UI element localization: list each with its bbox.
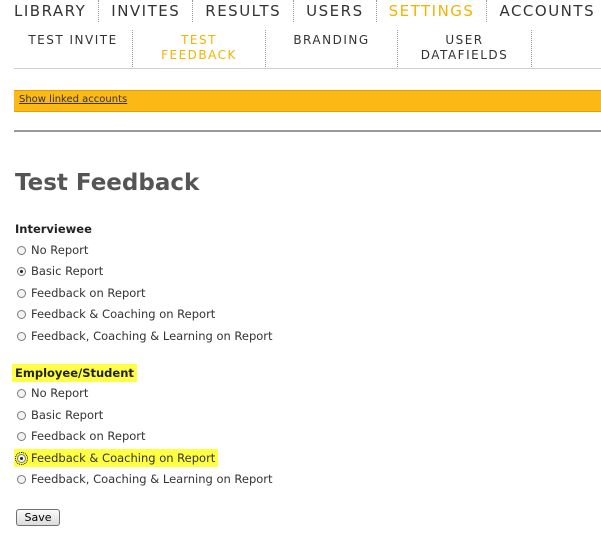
subnav-test-feedback-line1: TEST [181, 33, 217, 47]
employee-student-label-text: Employee/Student [12, 364, 137, 382]
page-title: Test Feedback [15, 170, 200, 196]
interviewee-label: Interviewee [15, 222, 92, 236]
employee-option-feedback[interactable]: Feedback on Report [17, 427, 146, 445]
employee-student-label: Employee/Student [12, 364, 137, 382]
interviewee-option-feedback-coaching[interactable]: Feedback & Coaching on Report [17, 305, 215, 323]
subnav-user-datafields-line1: USER [445, 33, 484, 47]
option-label: Feedback, Coaching & Learning on Report [31, 329, 273, 343]
radio-button[interactable] [17, 474, 26, 484]
employee-option-no-report[interactable]: No Report [17, 384, 88, 402]
save-button[interactable]: Save [16, 509, 60, 526]
subnav-branding-label: BRANDING [293, 33, 370, 47]
radio-button[interactable] [17, 245, 26, 255]
option-label: No Report [31, 386, 89, 400]
radio-button[interactable] [17, 410, 26, 420]
subnav-test-invite[interactable]: TEST INVITE [14, 30, 133, 67]
interviewee-option-no-report[interactable]: No Report [17, 241, 88, 259]
option-label: Feedback & Coaching on Report [31, 451, 216, 465]
employee-option-feedback-coaching[interactable]: Feedback & Coaching on Report [14, 449, 219, 467]
interviewee-option-basic-report[interactable]: Basic Report [17, 262, 103, 280]
nav-results[interactable]: RESULTS [193, 0, 295, 22]
nav-users[interactable]: USERS [294, 0, 377, 22]
nav-invites[interactable]: INVITES [99, 0, 194, 22]
option-label: Basic Report [31, 264, 104, 278]
radio-button[interactable] [17, 388, 26, 398]
subnav-test-feedback-line2: FEEDBACK [161, 48, 237, 62]
employee-option-basic-report[interactable]: Basic Report [17, 406, 103, 424]
option-label: Feedback on Report [31, 429, 146, 443]
employee-option-feedback-coaching-learning[interactable]: Feedback, Coaching & Learning on Report [17, 470, 273, 488]
option-label: Feedback on Report [31, 286, 146, 300]
radio-button[interactable] [17, 431, 26, 441]
subnav-test-invite-label: TEST INVITE [28, 33, 118, 47]
sub-nav: TEST INVITE TEST FEEDBACK BRANDING USER … [14, 30, 601, 69]
option-label: Feedback & Coaching on Report [31, 307, 216, 321]
linked-accounts-bar: Show linked accounts [14, 90, 601, 112]
nav-library[interactable]: LIBRARY [0, 0, 100, 22]
radio-button[interactable] [17, 331, 26, 341]
nav-settings[interactable]: SETTINGS [377, 0, 488, 22]
nav-accounts[interactable]: ACCOUNTS [487, 0, 601, 22]
interviewee-option-feedback[interactable]: Feedback on Report [17, 284, 146, 302]
subnav-branding[interactable]: BRANDING [266, 30, 398, 67]
top-nav: LIBRARY INVITES RESULTS USERS SETTINGS A… [0, 0, 601, 22]
option-label: No Report [31, 243, 89, 257]
option-label: Basic Report [31, 408, 104, 422]
show-linked-accounts-link[interactable]: Show linked accounts [19, 94, 127, 105]
option-label: Feedback, Coaching & Learning on Report [31, 472, 273, 486]
subnav-user-datafields-line2: DATAFIELDS [420, 48, 509, 62]
radio-button[interactable] [17, 288, 26, 298]
subnav-user-datafields[interactable]: USER DATAFIELDS [398, 30, 532, 67]
interviewee-option-feedback-coaching-learning[interactable]: Feedback, Coaching & Learning on Report [17, 327, 273, 345]
subnav-test-feedback[interactable]: TEST FEEDBACK [133, 30, 266, 67]
radio-button-checked[interactable] [15, 451, 28, 465]
divider [14, 130, 601, 132]
radio-button[interactable] [17, 309, 26, 319]
radio-button-checked[interactable] [17, 266, 26, 276]
